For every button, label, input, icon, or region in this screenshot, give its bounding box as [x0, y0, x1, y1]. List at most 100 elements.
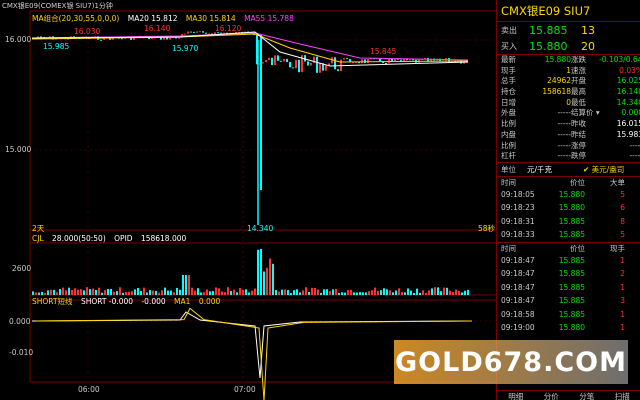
sell-row[interactable]: 卖出 15.885 13	[498, 22, 640, 38]
trade-price: 15.885	[558, 296, 585, 306]
volume-bar	[461, 292, 463, 295]
volume-bar	[443, 287, 445, 295]
unit-option[interactable]: ✔ 美元/盎司	[583, 163, 624, 176]
trade-row[interactable]: 09:18:05 15.880 5	[498, 188, 640, 202]
volume-bar	[263, 271, 265, 295]
volume-bar	[209, 291, 211, 295]
volume-bar	[344, 292, 346, 295]
trade-price: 15.885	[558, 255, 585, 265]
volume-bar	[395, 290, 397, 295]
trade-row[interactable]: 09:18:47 15.885 1	[498, 281, 640, 295]
volume-bar	[140, 290, 142, 295]
volume-bar	[467, 289, 469, 295]
candle	[400, 59, 402, 61]
trade-volume: 5	[620, 230, 625, 240]
panel-tab[interactable]: 扫描	[615, 391, 630, 400]
stat-key: 总手	[501, 76, 516, 86]
volume-bar	[53, 289, 55, 295]
volume-bar	[125, 291, 127, 295]
trade-row[interactable]: 09:18:33 15.885 5	[498, 228, 640, 242]
volume-bar	[446, 287, 448, 295]
panel-tab[interactable]: 分笔	[579, 391, 594, 400]
stat-key: 涨跌	[571, 55, 586, 64]
short-value: SHORT -0.000	[80, 297, 134, 306]
volume-indicator-label: CJL	[32, 234, 44, 243]
candle	[409, 59, 411, 61]
big-trades-list[interactable]: 09:18:05 15.880 5 09:18:23 15.880 6 09:18:31 15…	[498, 188, 640, 242]
trade-row[interactable]: 09:18:47 15.885 2	[498, 267, 640, 281]
short-indicator-label: SHORT短线	[32, 297, 73, 306]
candle	[307, 61, 309, 66]
trade-row[interactable]: 09:18:47 15.885 3	[498, 294, 640, 308]
panel-tab[interactable]: 分价	[544, 391, 559, 400]
candle	[262, 62, 264, 64]
short-value-2: -0.000	[141, 297, 166, 306]
stat-key: 结算价 ▾	[571, 108, 600, 118]
candle	[343, 58, 345, 60]
trade-row[interactable]: 09:18:47 15.885 1	[498, 254, 640, 268]
trade-volume: 8	[620, 216, 625, 226]
volume-bar	[449, 290, 451, 295]
trade-row[interactable]: 09:19:00 15.880 1	[498, 321, 640, 335]
volume-bar	[365, 292, 367, 295]
chart-title: CMX银E09(COMEX银 SIU7)1分钟	[2, 2, 113, 10]
volume-bar	[362, 292, 364, 295]
trade-time: 09:18:47	[501, 269, 535, 279]
volume-bar	[293, 290, 295, 295]
volume-bar	[122, 292, 124, 295]
volume-bar	[428, 290, 430, 295]
volume-bar	[215, 287, 217, 295]
days-label: 2天	[32, 224, 45, 233]
volume-bar	[98, 287, 100, 295]
header-price: 价位	[570, 243, 585, 253]
annotation-15985: 15.985	[43, 42, 70, 51]
unit-value[interactable]: 元/千克	[527, 163, 583, 176]
trade-time: 09:18:47	[501, 282, 535, 292]
volume-bar	[347, 290, 349, 295]
candle	[319, 63, 321, 73]
instrument-title: CMX银E09 SIU7	[498, 0, 640, 22]
trade-row[interactable]: 09:18:23 15.880 6	[498, 201, 640, 215]
volume-bar	[188, 275, 190, 295]
candle	[205, 32, 207, 34]
volume-bar	[206, 289, 208, 295]
stat-value: -----	[557, 140, 571, 150]
volume-bar	[350, 289, 352, 295]
candle	[265, 59, 267, 63]
trade-row[interactable]: 09:18:31 15.885 8	[498, 215, 640, 229]
candle	[334, 57, 336, 70]
volume-bar	[317, 289, 319, 295]
stat-value: 16.015	[616, 119, 640, 129]
volume-bar	[152, 290, 154, 295]
stat-key: 内盘	[501, 129, 516, 139]
volume-bar	[131, 291, 133, 295]
volume-bar	[341, 292, 343, 295]
volume-bar	[89, 289, 91, 295]
volume-bar	[368, 291, 370, 295]
candle	[388, 58, 390, 64]
panel-tab[interactable]: 明细	[508, 391, 523, 400]
trade-row[interactable]: 09:18:58 15.885 1	[498, 308, 640, 322]
volume-bar	[176, 287, 178, 295]
candle	[361, 59, 363, 64]
candle	[121, 38, 123, 40]
volume-bar	[407, 288, 409, 295]
volume-bar	[464, 290, 466, 295]
volume-bar	[404, 292, 406, 295]
candle	[271, 57, 273, 65]
volume-bar	[173, 292, 175, 295]
volume-bar	[353, 292, 355, 295]
stat-key: 开盘	[571, 76, 586, 86]
candle	[277, 55, 279, 61]
trade-price: 15.880	[558, 323, 585, 333]
volume-bar	[248, 292, 250, 295]
buy-row[interactable]: 买入 15.880 20	[498, 38, 640, 54]
volume-bar	[212, 291, 214, 295]
volume-bar	[200, 292, 202, 295]
volume-bar	[116, 291, 118, 295]
stat-key: 比例	[501, 140, 516, 150]
stat-value: 0.03%	[619, 65, 640, 75]
ticks-list[interactable]: 09:18:47 15.885 1 09:18:47 15.885 2 09:18:47 15…	[498, 254, 640, 335]
sell-price: 15.885	[529, 23, 568, 37]
trade-volume: 1	[620, 323, 625, 333]
